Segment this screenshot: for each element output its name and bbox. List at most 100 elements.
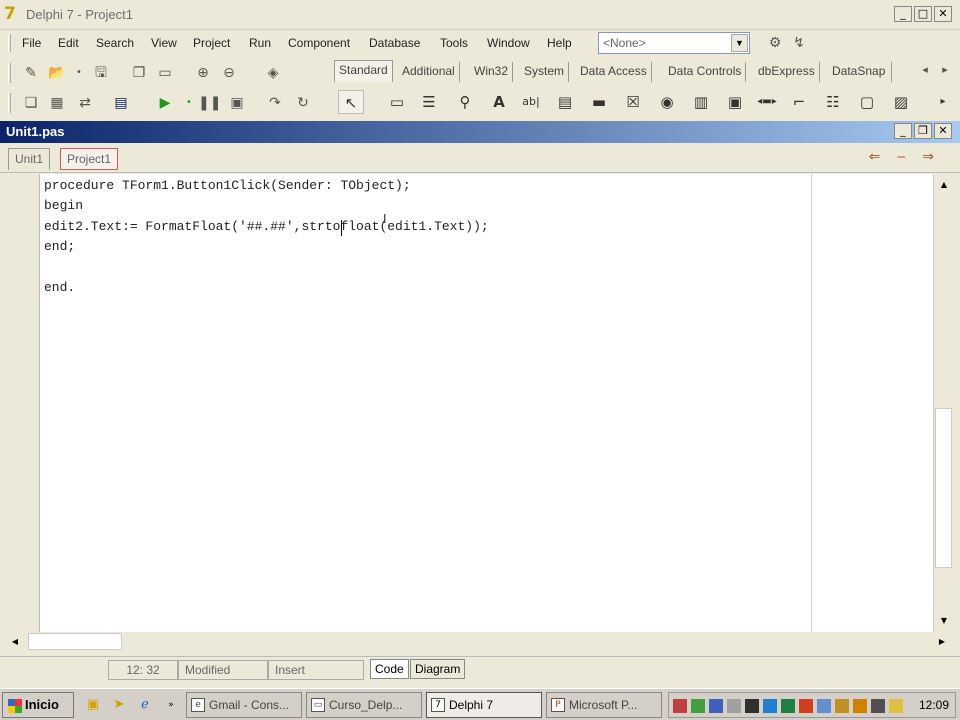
actionlist-component-icon[interactable]: ▨ bbox=[888, 90, 914, 114]
scroll-up-icon[interactable]: ▲ bbox=[935, 176, 953, 194]
vertical-scroll-thumb[interactable] bbox=[935, 408, 952, 568]
panel-component-icon[interactable]: ▢ bbox=[854, 90, 880, 114]
internet-explorer-icon[interactable]: ℯ bbox=[136, 696, 154, 714]
task-microsoft-powerpoint[interactable]: P Microsoft P... bbox=[546, 692, 662, 718]
quicklaunch-more-icon[interactable]: » bbox=[162, 696, 180, 714]
close-button[interactable]: ✕ bbox=[934, 6, 952, 22]
new-items-icon[interactable]: ✎ bbox=[20, 63, 42, 83]
radiobutton-component-icon[interactable]: ◉ bbox=[654, 90, 680, 114]
memo-component-icon[interactable]: ▤ bbox=[552, 90, 578, 114]
tray-app-icon[interactable] bbox=[835, 699, 849, 713]
scroll-left-icon[interactable]: ◀ bbox=[6, 633, 24, 651]
tray-app-icon[interactable] bbox=[727, 699, 741, 713]
tray-app-icon[interactable] bbox=[673, 699, 687, 713]
menu-project[interactable]: Project bbox=[193, 36, 230, 50]
listbox-component-icon[interactable]: ▥ bbox=[688, 90, 714, 114]
scroll-right-icon[interactable]: ▶ bbox=[933, 633, 951, 651]
trace-to-line-icon[interactable]: ↻ bbox=[292, 93, 314, 113]
tab-unit1[interactable]: Unit1 bbox=[8, 148, 51, 170]
tray-app-icon[interactable] bbox=[853, 699, 867, 713]
code-line-6[interactable]: end. bbox=[44, 280, 75, 295]
label-component-icon[interactable]: A bbox=[486, 90, 512, 114]
start-button[interactable]: Inicio bbox=[2, 692, 74, 718]
scroll-down-icon[interactable]: ▼ bbox=[935, 612, 953, 630]
menu-component[interactable]: Component bbox=[288, 36, 350, 50]
tab-data-controls[interactable]: Data Controls bbox=[664, 62, 747, 82]
palette-scroll-right-icon[interactable]: ▸ bbox=[934, 60, 956, 80]
code-line-1[interactable]: procedure TForm1.Button1Click(Sender: TO… bbox=[44, 178, 411, 193]
menu-help[interactable]: Help bbox=[547, 36, 572, 50]
checkbox-component-icon[interactable]: ☒ bbox=[620, 90, 646, 114]
popupmenu-component-icon[interactable]: ☰ bbox=[416, 90, 442, 114]
trace-into-icon[interactable]: ▣ bbox=[226, 93, 248, 113]
tray-app-icon[interactable] bbox=[745, 699, 759, 713]
show-desktop-icon[interactable]: ▣ bbox=[84, 696, 102, 714]
tab-dbexpress[interactable]: dbExpress bbox=[754, 62, 820, 82]
mainmenu-component-icon[interactable]: ▭ bbox=[384, 90, 410, 114]
new-form-icon[interactable]: ▤ bbox=[110, 93, 132, 113]
code-line-4[interactable]: end; bbox=[44, 239, 75, 254]
menu-window[interactable]: Window bbox=[487, 36, 530, 50]
desktop-layout-combo[interactable]: <None> ▼ bbox=[598, 32, 750, 54]
minimize-button[interactable]: _ bbox=[894, 6, 912, 22]
add-file-icon[interactable]: ⊕ bbox=[192, 63, 214, 83]
tab-standard[interactable]: Standard bbox=[334, 60, 393, 82]
open-icon[interactable]: 📂 bbox=[46, 63, 68, 83]
open-dropdown-icon[interactable]: • bbox=[68, 63, 90, 83]
tab-data-access[interactable]: Data Access bbox=[576, 62, 652, 82]
code-line-2[interactable]: begin bbox=[44, 198, 83, 213]
menu-search[interactable]: Search bbox=[96, 36, 134, 50]
tray-app-icon[interactable] bbox=[763, 699, 777, 713]
tab-additional[interactable]: Additional bbox=[398, 62, 460, 82]
tray-app-icon[interactable] bbox=[799, 699, 813, 713]
pause-icon[interactable]: ❚❚ bbox=[198, 93, 221, 113]
help-contents-icon[interactable]: ◈ bbox=[262, 63, 284, 83]
browse-back-forward-icon[interactable]: ⇐ ‒ ⇒ bbox=[869, 149, 940, 165]
edit-component-icon[interactable]: ab| bbox=[518, 90, 544, 114]
tray-app-icon[interactable] bbox=[781, 699, 795, 713]
run-icon[interactable]: ▶ bbox=[154, 93, 176, 113]
tab-win32[interactable]: Win32 bbox=[470, 62, 514, 82]
editor-minimize-button[interactable]: _ bbox=[894, 123, 912, 139]
tray-app-icon[interactable] bbox=[871, 699, 885, 713]
run-dropdown-icon[interactable]: • bbox=[178, 93, 200, 113]
tab-diagram[interactable]: Diagram bbox=[410, 659, 466, 679]
button-component-icon[interactable]: ▬ bbox=[586, 90, 612, 114]
tab-datasnap[interactable]: DataSnap bbox=[828, 62, 892, 82]
horizontal-scroll-thumb[interactable] bbox=[28, 633, 122, 650]
palette-scroll-left-icon[interactable]: ◂ bbox=[914, 60, 936, 80]
menu-tools[interactable]: Tools bbox=[440, 36, 468, 50]
tray-app-icon[interactable] bbox=[817, 699, 831, 713]
remove-file-icon[interactable]: ⊖ bbox=[218, 63, 240, 83]
task-curso-delphi[interactable]: ▭ Curso_Delp... bbox=[306, 692, 422, 718]
radiogroup-component-icon[interactable]: ☷ bbox=[820, 90, 846, 114]
view-form-icon[interactable]: ▦ bbox=[46, 93, 68, 113]
groupbox-component-icon[interactable]: ⌐ bbox=[786, 90, 812, 114]
delphi-quicklaunch-icon[interactable]: ➤ bbox=[110, 696, 128, 714]
editor-restore-button[interactable]: ❐ bbox=[914, 123, 932, 139]
menu-database[interactable]: Database bbox=[369, 36, 420, 50]
view-unit-icon[interactable]: ❏ bbox=[20, 93, 42, 113]
tray-app-icon[interactable] bbox=[889, 699, 903, 713]
open-project-icon[interactable]: ▭ bbox=[154, 63, 176, 83]
frames-component-icon[interactable]: ⚲ bbox=[452, 90, 478, 114]
chevron-down-icon[interactable]: ▼ bbox=[731, 34, 748, 52]
pointer-icon[interactable]: ↖ bbox=[338, 90, 364, 114]
set-debug-desktop-icon[interactable]: ↯ bbox=[788, 33, 810, 53]
tab-code[interactable]: Code bbox=[370, 659, 409, 679]
menu-file[interactable]: File bbox=[22, 36, 41, 50]
save-all-icon[interactable]: ❐ bbox=[128, 63, 150, 83]
task-gmail[interactable]: e Gmail - Cons... bbox=[186, 692, 302, 718]
combobox-component-icon[interactable]: ▣ bbox=[722, 90, 748, 114]
tab-project1[interactable]: Project1 bbox=[60, 148, 119, 170]
code-editor[interactable]: procedure TForm1.Button1Click(Sender: TO… bbox=[40, 174, 933, 632]
scrollbar-component-icon[interactable]: ◂▬▸ bbox=[754, 90, 780, 114]
step-over-icon[interactable]: ↷ bbox=[264, 93, 286, 113]
palette-more-icon[interactable]: ▸ bbox=[930, 90, 956, 114]
editor-close-button[interactable]: ✕ bbox=[934, 123, 952, 139]
horizontal-scrollbar[interactable]: ◀ ▶ bbox=[4, 632, 953, 652]
toggle-form-unit-icon[interactable]: ⇄ bbox=[74, 93, 96, 113]
taskbar-clock[interactable]: 12:09 bbox=[919, 698, 949, 712]
menu-run[interactable]: Run bbox=[249, 36, 271, 50]
save-desktop-icon[interactable]: ⚙ bbox=[764, 33, 786, 53]
